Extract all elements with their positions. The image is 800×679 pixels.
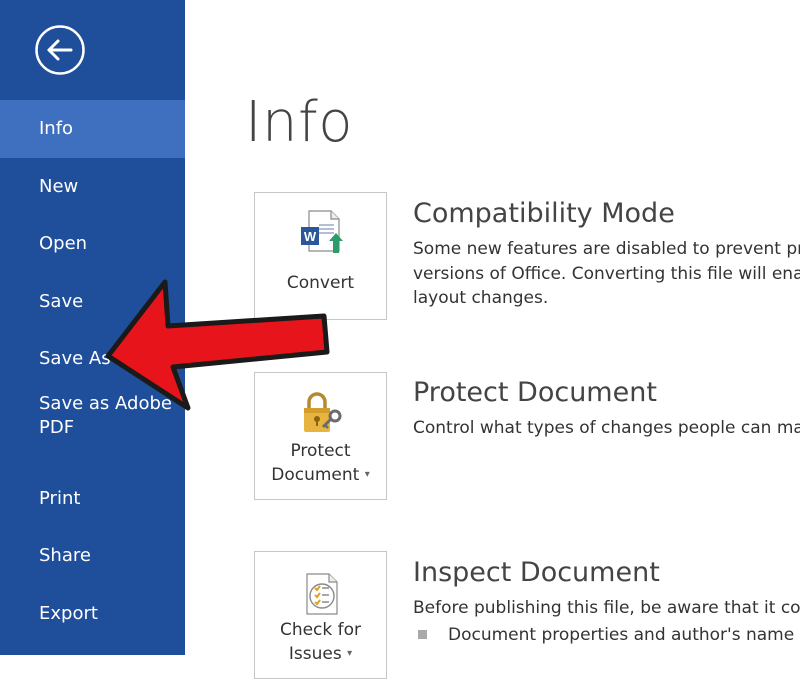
nav-item-save-as-adobe-pdf[interactable]: Save as Adobe PDF (0, 388, 185, 470)
nav-item-open[interactable]: Open (0, 215, 185, 273)
check-for-issues-label: Check for Issues ▾ (279, 620, 362, 664)
protect-document-heading: Protect Document (413, 377, 657, 408)
nav-item-print[interactable]: Print (0, 470, 185, 528)
nav-item-save-as[interactable]: Save As (0, 330, 185, 388)
check-for-issues-button[interactable]: Check for Issues ▾ (254, 551, 387, 679)
bullet-square-icon (418, 629, 427, 639)
back-button[interactable] (34, 24, 86, 76)
compatibility-mode-description: Some new features are disabled to preven… (413, 239, 800, 308)
backstage-sidebar: Info New Open Save Save As Save as Adobe… (0, 0, 185, 655)
nav-item-share[interactable]: Share (0, 527, 185, 585)
inspect-document-heading: Inspect Document (413, 557, 660, 588)
page-title: Info (245, 90, 353, 155)
compatibility-mode-heading: Compatibility Mode (413, 198, 675, 229)
word-convert-icon: W (295, 207, 347, 259)
inspect-document-description: Before publishing this file, be aware th… (413, 598, 800, 618)
dropdown-arrow-icon: ▾ (347, 648, 353, 659)
nav-item-export[interactable]: Export (0, 585, 185, 643)
nav-item-save[interactable]: Save (0, 273, 185, 331)
convert-label: Convert (286, 273, 355, 293)
protect-document-label: Protect Document ▾ (271, 441, 370, 485)
checklist-icon (295, 566, 347, 618)
backstage-nav: Info New Open Save Save As Save as Adobe… (0, 100, 185, 642)
protect-document-description: Control what types of changes people can… (413, 418, 800, 438)
nav-item-new[interactable]: New (0, 158, 185, 216)
bullet-item: Document properties and author's name (418, 625, 794, 645)
nav-item-info[interactable]: Info (0, 100, 185, 158)
dropdown-arrow-icon: ▾ (364, 469, 370, 480)
lock-key-icon (295, 387, 347, 439)
convert-button[interactable]: W Convert (254, 192, 387, 320)
back-arrow-icon (35, 25, 85, 75)
svg-text:W: W (304, 229, 317, 244)
protect-document-button[interactable]: Protect Document ▾ (254, 372, 387, 500)
